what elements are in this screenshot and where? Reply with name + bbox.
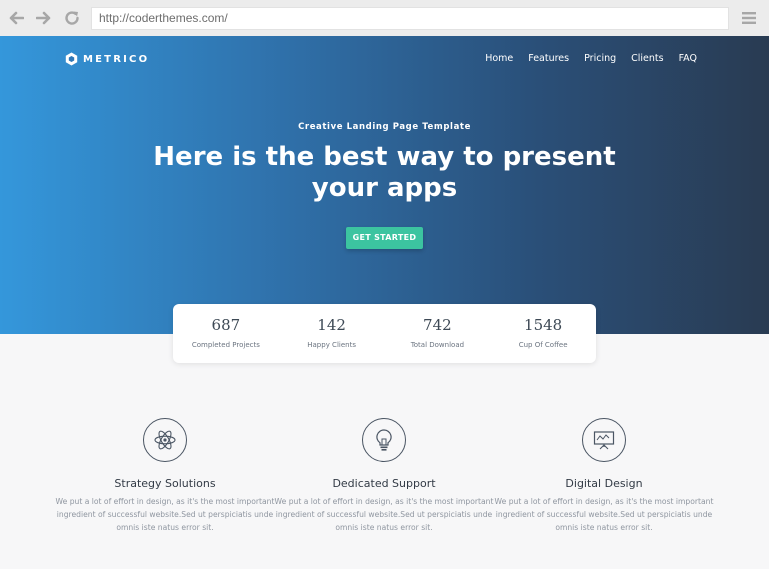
stat-value: 742	[423, 316, 452, 334]
forward-button[interactable]	[34, 8, 54, 28]
stats-card: 687 Completed Projects 142 Happy Clients…	[173, 304, 596, 363]
arrow-left-icon	[9, 11, 24, 25]
atom-icon	[154, 430, 176, 450]
stat-value: 142	[317, 316, 346, 334]
hero-eyebrow: Creative Landing Page Template	[298, 122, 471, 132]
feature-title: Digital Design	[565, 477, 643, 490]
lightbulb-icon	[376, 429, 392, 451]
hexagon-logo-icon	[65, 52, 78, 66]
feature-title: Dedicated Support	[332, 477, 436, 490]
feature-title: Strategy Solutions	[114, 477, 216, 490]
stat-label: Happy Clients	[307, 341, 356, 349]
hero-section: METRICO Home Features Pricing Clients FA…	[0, 36, 769, 334]
stat-value: 687	[211, 316, 241, 334]
reload-button[interactable]	[62, 8, 82, 28]
feature-description: We put a lot of effort in design, as it'…	[494, 497, 714, 532]
hamburger-menu-icon	[742, 12, 756, 24]
reload-icon	[65, 11, 79, 25]
stat-item: 1548 Cup Of Coffee	[490, 304, 596, 363]
url-text: http://coderthemes.com/	[99, 11, 228, 25]
nav-clients[interactable]: Clients	[631, 53, 663, 64]
feature-support: Dedicated Support We put a lot of effort…	[274, 418, 494, 534]
back-button[interactable]	[6, 8, 26, 28]
brand-logo[interactable]: METRICO	[65, 52, 149, 66]
nav-pricing[interactable]: Pricing	[584, 53, 616, 64]
feature-icon-circle	[143, 418, 187, 462]
feature-icon-circle	[362, 418, 406, 462]
arrow-right-icon	[36, 11, 51, 25]
nav-faq[interactable]: FAQ	[679, 53, 697, 64]
stat-value: 1548	[524, 316, 563, 334]
get-started-button[interactable]: GET STARTED	[346, 227, 423, 249]
address-bar[interactable]: http://coderthemes.com/	[91, 7, 729, 30]
feature-description: We put a lot of effort in design, as it'…	[274, 497, 494, 532]
headline-line-2: your apps	[311, 173, 458, 203]
browser-menu-button[interactable]	[742, 11, 756, 25]
presentation-board-icon	[593, 431, 615, 450]
stat-label: Total Download	[410, 341, 465, 349]
hero-headline: Here is the best way to present your app…	[0, 142, 769, 204]
feature-description: We put a lot of effort in design, as it'…	[55, 497, 275, 532]
brand-name: METRICO	[83, 53, 150, 65]
stat-label: Cup Of Coffee	[518, 341, 568, 349]
nav-home[interactable]: Home	[485, 53, 513, 64]
feature-design: Digital Design We put a lot of effort in…	[494, 418, 714, 534]
nav-features[interactable]: Features	[528, 53, 569, 64]
main-nav: Home Features Pricing Clients FAQ	[470, 53, 697, 64]
stat-label: Completed Projects	[191, 341, 260, 349]
browser-toolbar: http://coderthemes.com/	[0, 0, 769, 36]
stat-item: 742 Total Download	[385, 304, 491, 363]
stat-item: 142 Happy Clients	[279, 304, 385, 363]
feature-strategy: Strategy Solutions We put a lot of effor…	[55, 418, 275, 534]
headline-line-1: Here is the best way to present	[153, 142, 616, 172]
stat-item: 687 Completed Projects	[173, 304, 279, 363]
feature-icon-circle	[582, 418, 626, 462]
